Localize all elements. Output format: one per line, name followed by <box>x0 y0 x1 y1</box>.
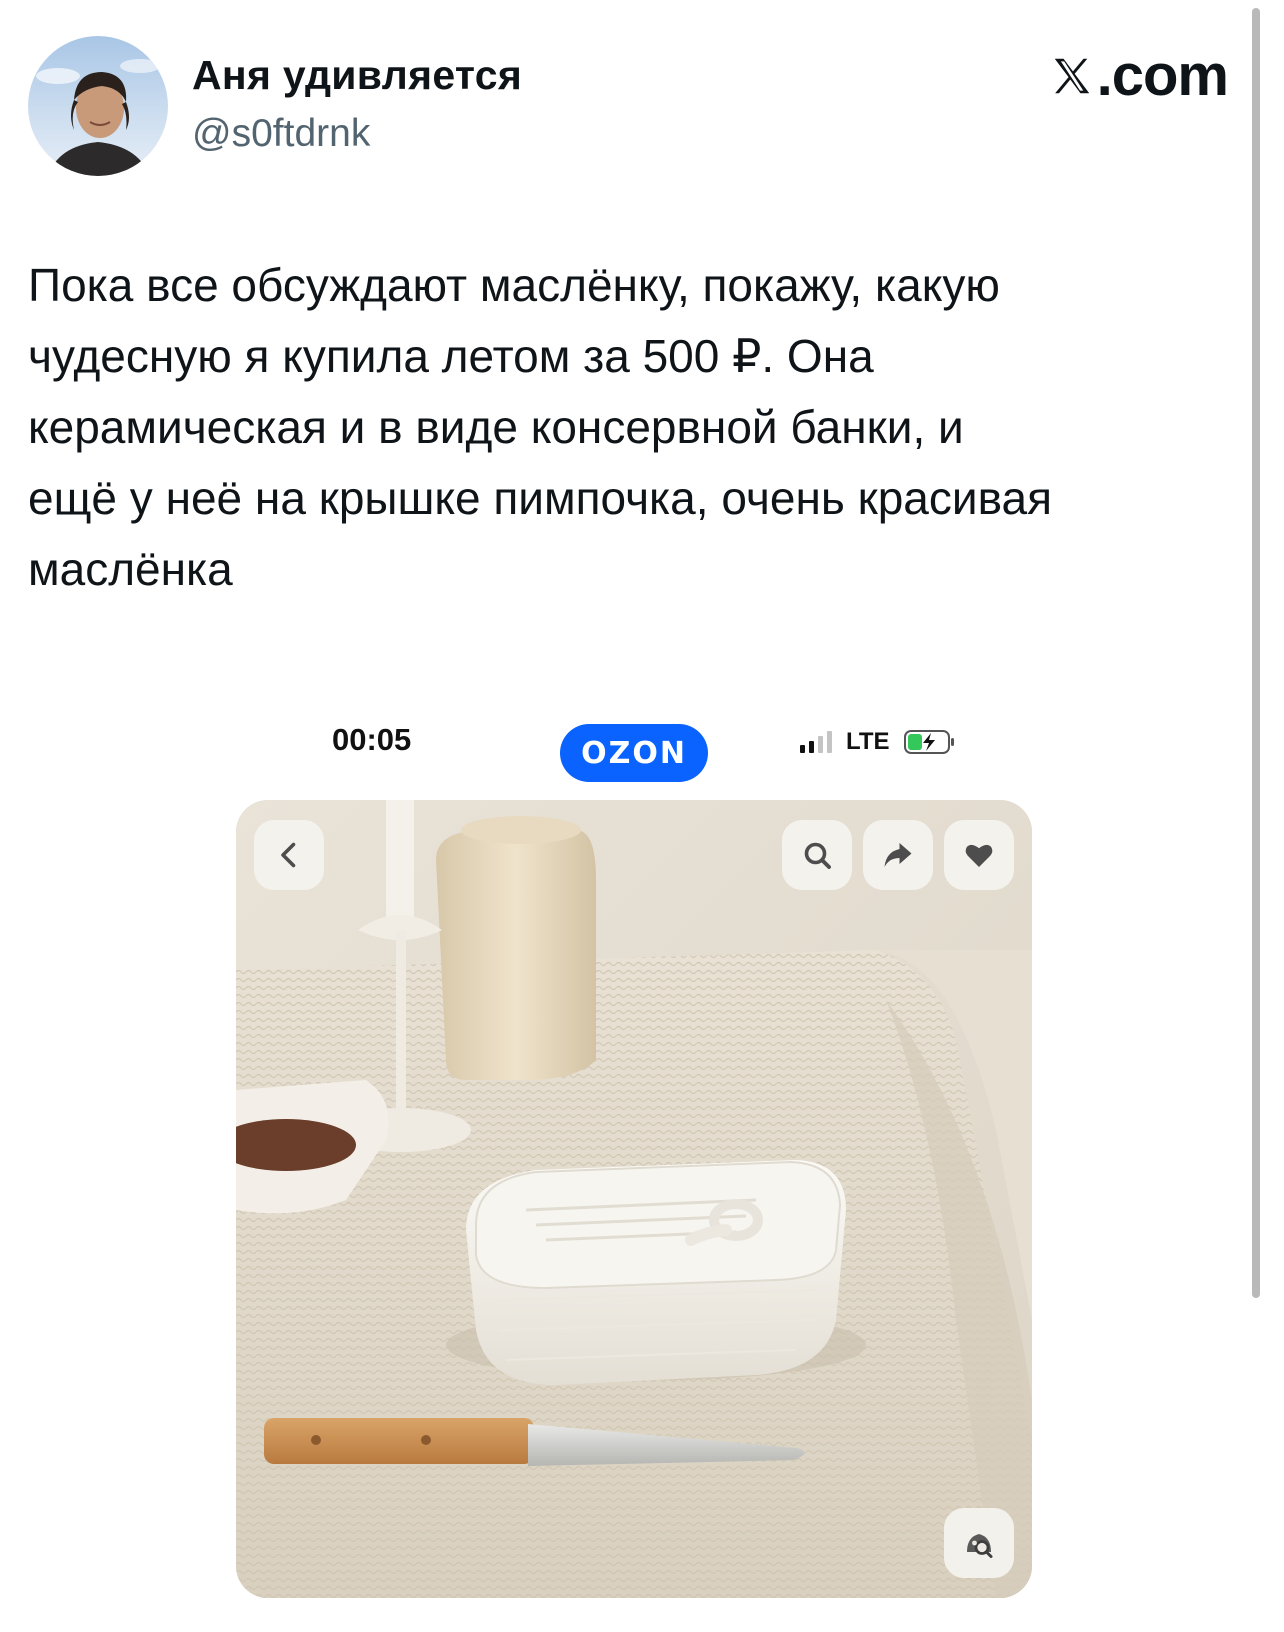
x-logo-icon <box>1054 58 1089 94</box>
network-label: LTE <box>846 728 890 755</box>
tweet-header: Аня удивляется @s0ftdrnk .com <box>28 36 1229 176</box>
status-time: 00:05 <box>332 722 412 757</box>
visual-search-button[interactable] <box>944 1508 1014 1578</box>
avatar-photo <box>28 36 168 176</box>
page-scrollbar[interactable] <box>1252 8 1260 1298</box>
signal-icon <box>800 731 832 753</box>
battery-charging-icon <box>903 730 954 754</box>
display-name[interactable]: Аня удивляется <box>192 52 522 99</box>
avatar[interactable] <box>28 36 168 176</box>
search-icon <box>804 842 831 869</box>
product-image-card[interactable] <box>236 800 1032 1598</box>
share-arrow-icon <box>884 843 912 867</box>
status-indicators: LTE <box>800 728 956 756</box>
user-handle[interactable]: @s0ftdrnk <box>192 112 370 156</box>
heart-icon <box>965 844 993 867</box>
ozon-logo: OZON <box>560 724 708 782</box>
tweet-text: Пока все обсуждают маслёнку, покажу, как… <box>28 259 1052 595</box>
search-button[interactable] <box>782 820 852 890</box>
site-domain: .com <box>1096 43 1229 108</box>
favorite-button[interactable] <box>944 820 1014 890</box>
visual-search-icon <box>967 1534 993 1558</box>
share-button[interactable] <box>863 820 933 890</box>
back-button[interactable] <box>254 820 324 890</box>
site-logo: .com <box>1049 42 1229 109</box>
chevron-left-icon <box>281 842 296 868</box>
product-photo <box>236 800 1032 1598</box>
